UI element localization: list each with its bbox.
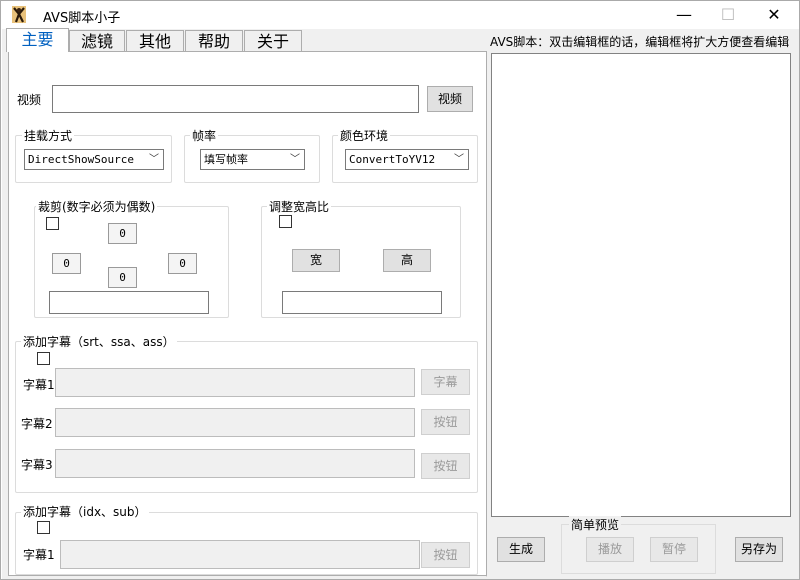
crop-title: 裁剪(数字必须为偶数)	[36, 198, 158, 215]
video-label: 视频	[17, 93, 42, 107]
subtitle-idx-title: 添加字幕（idx、sub）	[21, 503, 149, 520]
colorspace-selected: ConvertToYV12	[349, 153, 436, 166]
app-window: AVS脚本小子 — ☐ ✕ 主要 滤镜 其他 帮助 关于 AVS脚本：双击编辑框…	[0, 0, 800, 580]
aspect-title: 调整宽高比	[267, 198, 332, 215]
mount-selected: DirectShowSource	[28, 153, 134, 166]
colorspace-select[interactable]: ConvertToYV12 ﹀	[345, 149, 469, 170]
video-browse-button[interactable]: 视频	[427, 86, 473, 112]
pause-button[interactable]: 暂停	[650, 537, 698, 562]
tab-help[interactable]: 帮助	[185, 30, 243, 52]
preview-title: 简单预览	[569, 516, 622, 533]
subtitle3-input[interactable]	[55, 449, 415, 478]
chevron-down-icon: ﹀	[149, 154, 159, 165]
framerate-select[interactable]: 填写帧率 ﹀	[200, 149, 305, 170]
tab-main[interactable]: 主要	[6, 28, 69, 52]
client-area: 主要 滤镜 其他 帮助 关于 AVS脚本：双击编辑框的话，编辑框将扩大方便查看编…	[2, 28, 799, 579]
script-editor[interactable]	[491, 53, 791, 517]
maximize-button[interactable]: ☐	[705, 1, 751, 29]
idx-subtitle1-input[interactable]	[60, 540, 420, 569]
subtitle-text-checkbox[interactable]	[37, 352, 50, 365]
editor-hint: AVS脚本：双击编辑框的话，编辑框将扩大方便查看编辑	[490, 35, 790, 49]
chevron-down-icon: ﹀	[454, 154, 464, 165]
chevron-down-icon: ﹀	[290, 154, 300, 165]
tab-about[interactable]: 关于	[244, 30, 302, 52]
height-button[interactable]: 高	[383, 249, 431, 272]
crop-result-input[interactable]	[49, 291, 209, 314]
idx-subtitle1-button[interactable]: 按钮	[421, 542, 470, 568]
play-button[interactable]: 播放	[586, 537, 634, 562]
crop-top-input[interactable]: 0	[108, 223, 137, 244]
title-bar[interactable]: AVS脚本小子 — ☐ ✕	[1, 1, 799, 29]
framerate-title: 帧率	[190, 127, 219, 144]
subtitle3-button[interactable]: 按钮	[421, 453, 470, 479]
subtitle2-input[interactable]	[55, 408, 415, 437]
idx-subtitle1-label: 字幕1	[23, 548, 55, 562]
framerate-selected: 填写帧率	[204, 153, 248, 166]
width-button[interactable]: 宽	[292, 249, 340, 272]
subtitle3-label: 字幕3	[21, 458, 53, 472]
mount-title: 挂载方式	[22, 127, 75, 144]
main-tab-page: 视频 视频 挂载方式 DirectShowSource ﹀ 帧率 填写帧率 ﹀ …	[8, 51, 487, 576]
subtitle1-input[interactable]	[55, 368, 415, 397]
mount-select[interactable]: DirectShowSource ﹀	[24, 149, 164, 170]
subtitle1-label: 字幕1	[23, 378, 55, 392]
minimize-button[interactable]: —	[661, 1, 707, 29]
tab-other[interactable]: 其他	[126, 30, 184, 52]
crop-left-input[interactable]: 0	[52, 253, 81, 274]
crop-bottom-input[interactable]: 0	[108, 267, 137, 288]
close-button[interactable]: ✕	[751, 1, 797, 29]
video-path-input[interactable]	[52, 85, 419, 113]
subtitle1-button[interactable]: 字幕	[421, 369, 470, 395]
subtitle-text-title: 添加字幕（srt、ssa、ass）	[21, 333, 177, 350]
subtitle-idx-checkbox[interactable]	[37, 521, 50, 534]
tab-filters[interactable]: 滤镜	[69, 30, 125, 52]
crop-right-input[interactable]: 0	[168, 253, 197, 274]
subtitle2-label: 字幕2	[21, 417, 53, 431]
app-icon	[12, 6, 26, 23]
generate-button[interactable]: 生成	[497, 537, 545, 562]
colorspace-title: 颜色环境	[338, 127, 391, 144]
window-title: AVS脚本小子	[43, 11, 121, 26]
crop-checkbox[interactable]	[46, 217, 59, 230]
save-as-button[interactable]: 另存为	[735, 537, 783, 562]
aspect-result-input[interactable]	[282, 291, 442, 314]
subtitle2-button[interactable]: 按钮	[421, 409, 470, 435]
aspect-checkbox[interactable]	[279, 215, 292, 228]
